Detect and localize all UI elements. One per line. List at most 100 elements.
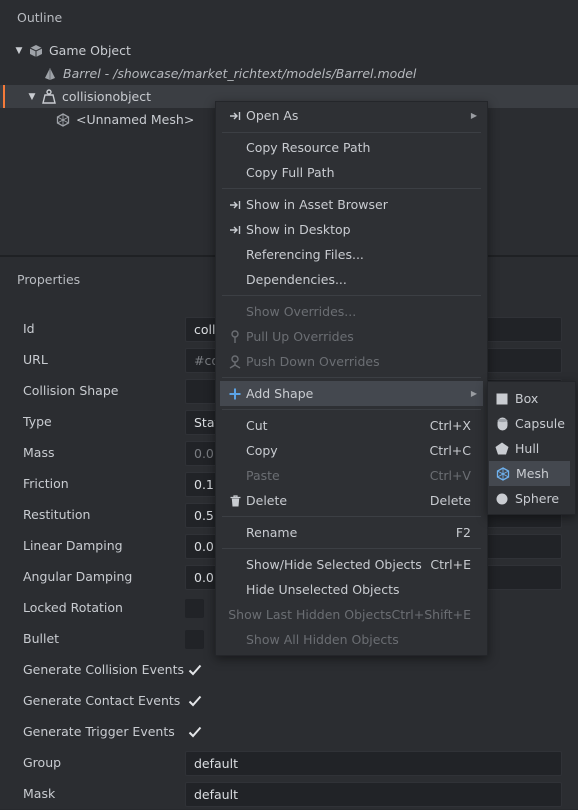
menu-item-show-all-hidden: Show All Hidden Objects — [216, 627, 487, 652]
menu-item-label: Copy Full Path — [246, 165, 335, 180]
contact-events-checkbox[interactable] — [185, 691, 205, 711]
mask-field[interactable]: default — [185, 782, 562, 807]
menu-item-rename[interactable]: Rename F2 — [216, 520, 487, 545]
tree-item-label: collisionobject — [62, 89, 152, 104]
shape-item-sphere[interactable]: Sphere — [488, 486, 575, 511]
menu-item-add-shape[interactable]: Add Shape ▶ — [220, 381, 483, 406]
sphere-icon — [494, 491, 510, 507]
menu-item-shortcut: Ctrl+V — [429, 468, 471, 483]
property-label: Collision Shape — [23, 383, 119, 398]
shape-item-label: Capsule — [515, 416, 565, 431]
trash-icon — [226, 494, 244, 507]
property-label: Restitution — [23, 507, 91, 522]
property-label: URL — [23, 352, 48, 367]
group-field[interactable]: default — [185, 751, 562, 776]
property-label: Angular Damping — [23, 569, 133, 584]
expand-arrow-icon[interactable]: ▼ — [26, 92, 38, 102]
menu-item-referencing-files[interactable]: Referencing Files... — [216, 242, 487, 267]
menu-item-label: Copy — [246, 443, 278, 458]
menu-item-label: Show/Hide Selected Objects — [246, 557, 422, 572]
menu-separator — [222, 188, 481, 189]
shape-item-mesh[interactable]: Mesh — [489, 461, 570, 486]
menu-item-label: Show in Desktop — [246, 222, 351, 237]
shape-item-label: Hull — [515, 441, 540, 456]
property-label: Linear Damping — [23, 538, 123, 553]
hull-icon — [494, 441, 510, 457]
menu-item-label: Delete — [246, 493, 288, 508]
menu-item-shortcut: Ctrl+X — [429, 418, 471, 433]
menu-item-show-overrides: Show Overrides... — [216, 299, 487, 324]
checkmark-icon — [188, 726, 202, 738]
menu-item-open-as[interactable]: Open As ▶ — [216, 103, 487, 128]
menu-item-label: Cut — [246, 418, 268, 433]
property-label: Type — [23, 414, 52, 429]
tree-item-barrel-model[interactable]: Barrel - /showcase/market_richtext/model… — [0, 62, 578, 85]
menu-item-label: Hide Unselected Objects — [246, 582, 400, 597]
bullet-checkbox[interactable] — [185, 630, 204, 649]
menu-item-show-in-desktop[interactable]: Show in Desktop — [216, 217, 487, 242]
push-down-icon — [226, 354, 244, 369]
arrow-into-icon — [226, 200, 244, 210]
menu-item-dependencies[interactable]: Dependencies... — [216, 267, 487, 292]
menu-item-label: Referencing Files... — [246, 247, 364, 262]
mesh-icon — [55, 112, 71, 128]
property-row-group: Group default — [0, 748, 578, 779]
menu-item-label: Add Shape — [246, 386, 314, 401]
menu-item-copy[interactable]: Copy Ctrl+C — [216, 438, 487, 463]
add-shape-submenu: Box Capsule Hull Mesh Sphere — [487, 381, 576, 515]
menu-separator — [222, 295, 481, 296]
collision-events-checkbox[interactable] — [185, 660, 205, 680]
menu-item-pull-up-overrides: Pull Up Overrides — [216, 324, 487, 349]
checkmark-icon — [188, 695, 202, 707]
arrow-into-icon — [226, 111, 244, 121]
outline-title: Outline — [17, 10, 63, 25]
menu-item-copy-resource-path[interactable]: Copy Resource Path — [216, 135, 487, 160]
menu-item-hide-unselected[interactable]: Hide Unselected Objects — [216, 577, 487, 602]
properties-title: Properties — [17, 272, 81, 287]
menu-item-label: Paste — [246, 468, 280, 483]
menu-item-label: Show Overrides... — [246, 304, 357, 319]
menu-separator — [222, 548, 481, 549]
menu-item-cut[interactable]: Cut Ctrl+X — [216, 413, 487, 438]
box-icon — [494, 391, 510, 407]
weight-icon — [41, 89, 57, 105]
expand-arrow-icon[interactable]: ▼ — [13, 46, 25, 56]
menu-item-shortcut: Ctrl+C — [429, 443, 471, 458]
property-row-contact-events: Generate Contact Events — [0, 686, 578, 717]
menu-item-label: Rename — [246, 525, 298, 540]
pull-up-icon — [226, 329, 244, 344]
tree-item-label: Barrel - /showcase/market_richtext/model… — [63, 66, 417, 81]
menu-item-label: Show Last Hidden Objects — [228, 607, 392, 622]
menu-separator — [222, 516, 481, 517]
menu-item-label: Dependencies... — [246, 272, 347, 287]
property-label: Id — [23, 321, 35, 336]
menu-separator — [222, 377, 481, 378]
menu-item-shortcut: F2 — [455, 525, 471, 540]
model-icon — [42, 66, 58, 82]
cube-icon — [28, 43, 44, 59]
trigger-events-checkbox[interactable] — [185, 722, 205, 742]
shape-item-hull[interactable]: Hull — [488, 436, 575, 461]
property-row-collision-events: Generate Collision Events — [0, 655, 578, 686]
menu-item-show-in-asset-browser[interactable]: Show in Asset Browser — [216, 192, 487, 217]
submenu-arrow-icon: ▶ — [470, 111, 477, 120]
tree-item-game-object[interactable]: ▼ Game Object — [0, 39, 578, 62]
property-row-mask: Mask default — [0, 779, 578, 810]
property-label: Generate Trigger Events — [23, 724, 175, 739]
menu-item-delete[interactable]: Delete Delete — [216, 488, 487, 513]
locked-rotation-checkbox[interactable] — [185, 599, 204, 618]
property-label: Generate Collision Events — [23, 662, 184, 677]
tree-item-label: Game Object — [49, 43, 131, 58]
menu-item-label: Open As — [246, 108, 299, 123]
menu-item-label: Push Down Overrides — [246, 354, 380, 369]
mesh-icon — [495, 466, 511, 482]
tree-item-label: <Unnamed Mesh> — [76, 112, 195, 127]
menu-separator — [222, 409, 481, 410]
menu-item-show-hide-selected[interactable]: Show/Hide Selected Objects Ctrl+E — [216, 552, 487, 577]
menu-item-copy-full-path[interactable]: Copy Full Path — [216, 160, 487, 185]
shape-item-box[interactable]: Box — [488, 386, 575, 411]
property-label: Friction — [23, 476, 69, 491]
menu-item-label: Copy Resource Path — [246, 140, 371, 155]
shape-item-capsule[interactable]: Capsule — [488, 411, 575, 436]
shape-item-label: Sphere — [515, 491, 560, 506]
